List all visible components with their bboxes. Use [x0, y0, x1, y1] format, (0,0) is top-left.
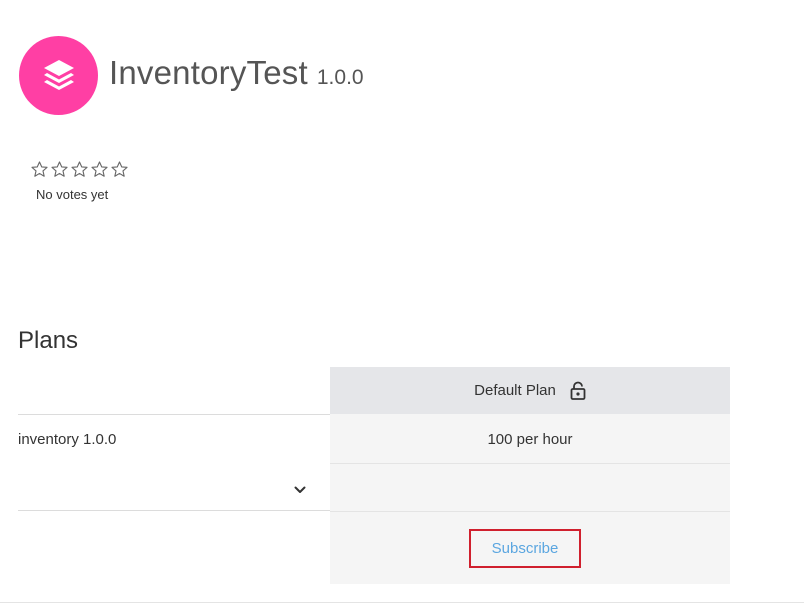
star-icon[interactable]: [90, 160, 109, 179]
api-name: inventory 1.0.0: [18, 431, 117, 448]
chevron-down-icon[interactable]: [293, 483, 307, 497]
bottom-divider: [0, 602, 804, 603]
app-title-row: InventoryTest 1.0.0: [109, 54, 364, 92]
row-divider: [330, 511, 730, 512]
star-icon[interactable]: [30, 160, 49, 179]
row-divider: [330, 463, 730, 464]
star-icon[interactable]: [110, 160, 129, 179]
lock-icon: [570, 381, 586, 400]
rate-limit-value: 100 per hour: [487, 431, 573, 448]
app-version: 1.0.0: [316, 66, 364, 89]
row-divider: [18, 414, 330, 415]
plans-heading: Plans: [18, 327, 79, 354]
star-rating: [30, 160, 129, 179]
star-icon[interactable]: [70, 160, 89, 179]
app-logo: [19, 36, 98, 115]
row-divider: [18, 510, 330, 511]
votes-text: No votes yet: [36, 187, 109, 202]
subscribe-button[interactable]: Subscribe: [469, 529, 581, 568]
plan-column-header: Default Plan: [330, 367, 730, 414]
app-title: InventoryTest: [109, 54, 308, 91]
star-icon[interactable]: [50, 160, 69, 179]
plan-name: Default Plan: [474, 382, 556, 399]
api-detail-page: InventoryTest 1.0.0 No votes yet Plans D…: [0, 0, 804, 608]
layers-icon: [43, 59, 74, 90]
